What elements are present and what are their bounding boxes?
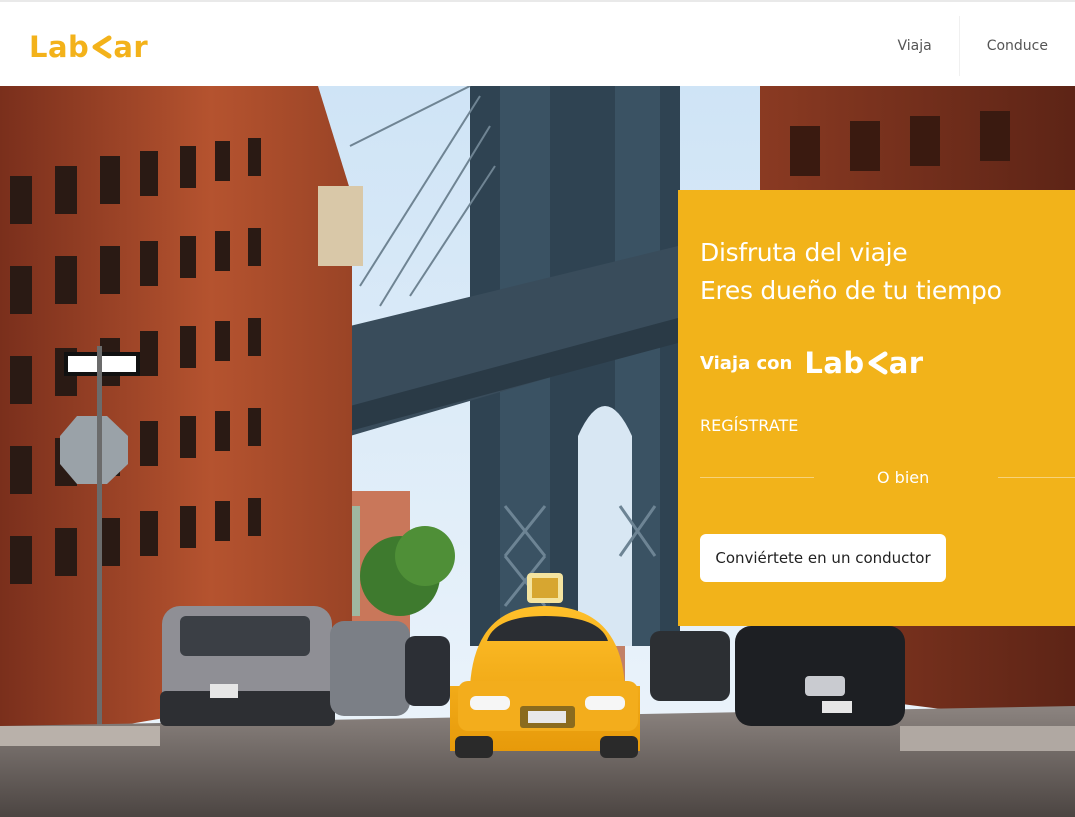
headline-line-1: Disfruta del viaje xyxy=(700,238,908,267)
chevron-left-icon xyxy=(92,35,112,59)
chevron-left-icon xyxy=(868,351,888,375)
promo-headline: Disfruta del viaje Eres dueño de tu tiem… xyxy=(700,234,1002,310)
headline-line-2: Eres dueño de tu tiempo xyxy=(700,276,1002,305)
register-link[interactable]: REGÍSTRATE xyxy=(700,416,798,435)
nav-link-viaja[interactable]: Viaja xyxy=(870,16,958,76)
brand-text-end: ar xyxy=(888,346,924,380)
brand-logo[interactable]: Lab ar xyxy=(29,30,148,64)
or-separator: O bien xyxy=(877,468,930,487)
main-nav: Viaja Conduce xyxy=(870,16,1075,76)
become-driver-button[interactable]: Conviértete en un conductor xyxy=(700,534,946,582)
divider-left xyxy=(700,477,814,478)
ride-with-brand: Viaja con Lab ar xyxy=(700,346,924,380)
divider-right xyxy=(998,477,1075,478)
promo-panel: Disfruta del viaje Eres dueño de tu tiem… xyxy=(678,190,1075,626)
brand-inline-logo: Lab ar xyxy=(804,346,923,380)
logo-text-start: Lab xyxy=(29,30,90,64)
nav-link-conduce[interactable]: Conduce xyxy=(958,16,1075,76)
logo-text-end: ar xyxy=(113,30,149,64)
top-navbar: Lab ar Viaja Conduce xyxy=(0,0,1075,86)
ride-with-label: Viaja con xyxy=(700,352,793,374)
brand-text-start: Lab xyxy=(804,346,865,380)
